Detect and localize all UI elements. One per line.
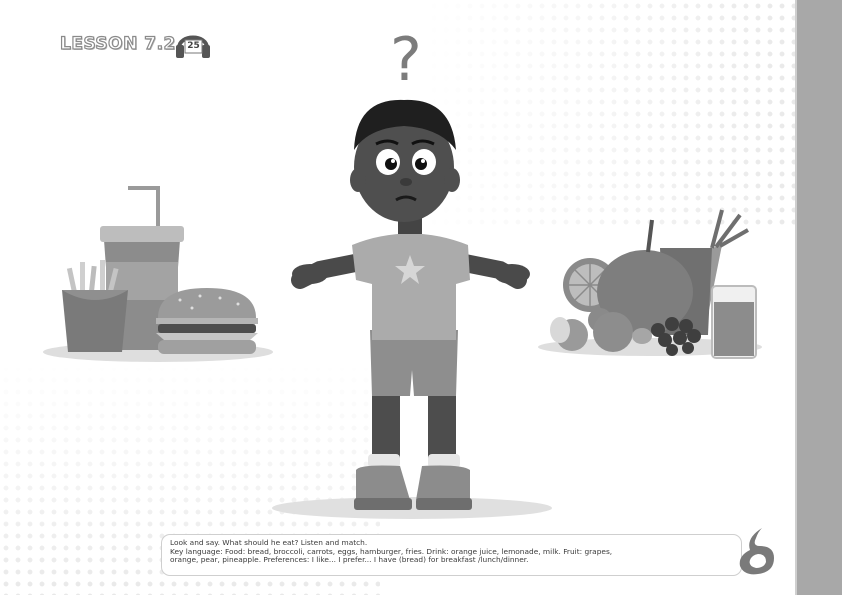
instructions-box: Look and say. What should he eat? Listen… bbox=[161, 534, 742, 576]
boy-illustration bbox=[272, 99, 552, 519]
instructions-preferences: orange, pear, pineapple. Preferences: I … bbox=[170, 555, 529, 565]
publisher-logo-icon bbox=[739, 528, 774, 575]
page-side-bar bbox=[795, 0, 842, 595]
healthy-food-illustration bbox=[538, 209, 762, 359]
junk-food-illustration bbox=[43, 186, 273, 362]
question-mark: ? bbox=[390, 25, 422, 95]
worksheet-page: LESSON 7.2 25 ? Look and say. What shoul… bbox=[0, 0, 842, 595]
illustration-scene: ? bbox=[43, 25, 762, 519]
hamburger-image bbox=[156, 288, 258, 354]
